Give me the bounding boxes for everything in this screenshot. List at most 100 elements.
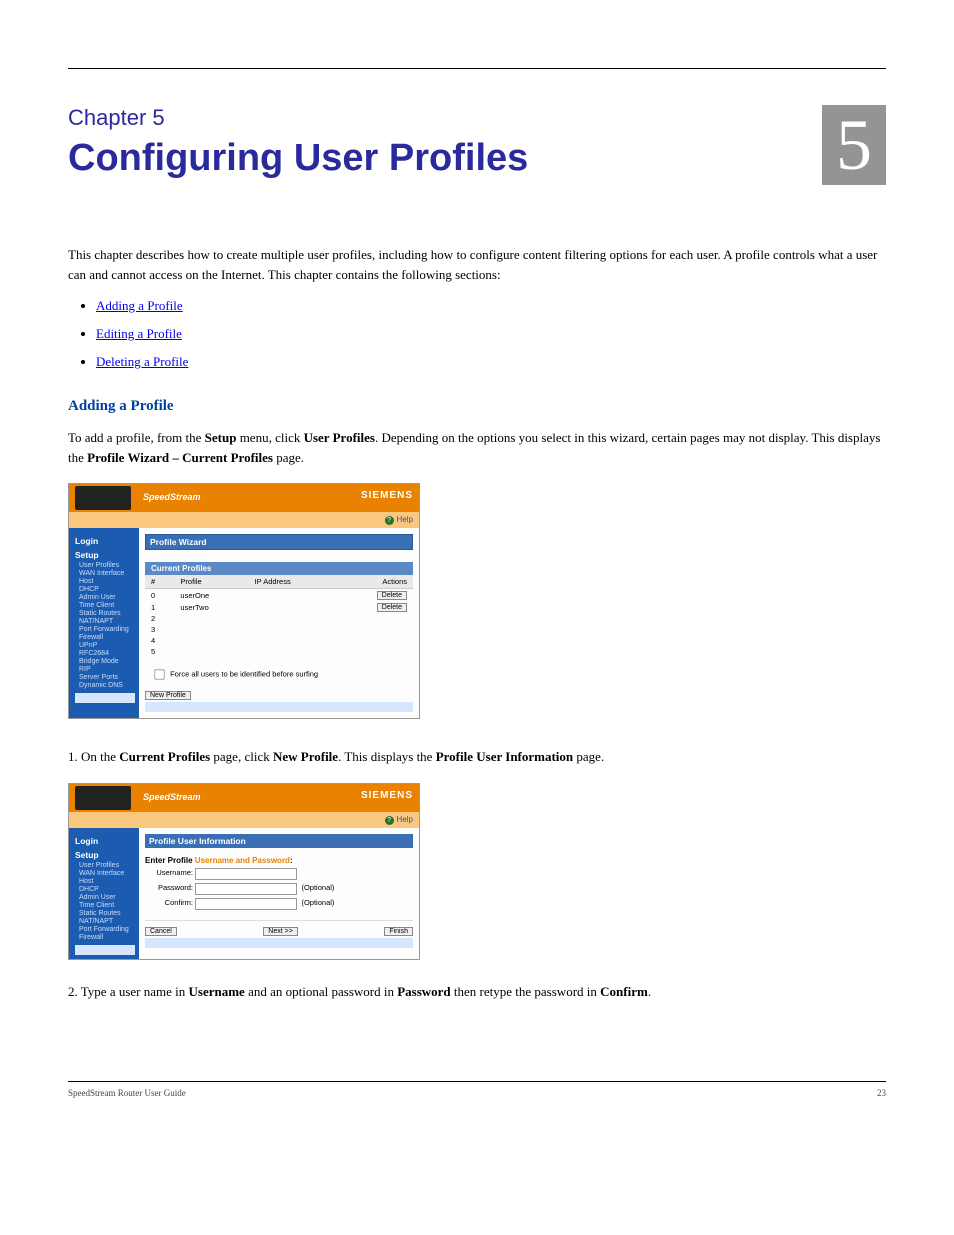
adding-profile-heading: Adding a Profile	[68, 398, 886, 415]
main-scrollbar[interactable]	[145, 702, 413, 712]
sidebar-item[interactable]: Firewall	[79, 934, 135, 941]
new-profile-button[interactable]: New Profile	[145, 691, 191, 700]
password-input[interactable]	[195, 883, 297, 895]
profile-user-info-header: Profile User Information	[145, 834, 413, 848]
sidebar-item[interactable]: RIP	[79, 666, 135, 673]
sidebar-item[interactable]: NAT/NAPT	[79, 618, 135, 625]
table-row: 0userOneDelete	[145, 589, 413, 602]
confirm-optional: (Optional)	[301, 898, 334, 907]
wizard-buttons: Cancel Next >> Finish	[145, 920, 413, 936]
table-row: 2	[145, 613, 413, 624]
delete-button[interactable]: Delete	[377, 591, 407, 600]
sidebar-setup[interactable]: Setup	[75, 550, 135, 560]
ss2-main: Profile User Information Enter Profile U…	[139, 828, 419, 959]
sidebar-items: User ProfilesWAN InterfaceHostDHCPAdmin …	[75, 862, 135, 941]
sidebar-item[interactable]: Firewall	[79, 634, 135, 641]
toc-item: Editing a Profile	[96, 326, 886, 342]
password-field-row: Password: (Optional)	[145, 883, 413, 895]
sidebar-item[interactable]: WAN Interface	[79, 570, 135, 577]
delete-profile-link[interactable]: Deleting a Profile	[96, 354, 188, 369]
chapter-number-badge: 5	[822, 105, 886, 185]
sidebar-item[interactable]: Time Client	[79, 902, 135, 909]
ss1-main: Profile Wizard Current Profiles # Profil…	[139, 528, 419, 718]
sidebar-item[interactable]: RFC2684	[79, 650, 135, 657]
screenshot-profile-user-info: SpeedStream SIEMENS Help Login Setup Use…	[68, 783, 420, 960]
delete-button[interactable]: Delete	[377, 603, 407, 612]
sidebar-item[interactable]: Dynamic DNS	[79, 682, 135, 689]
sidebar-scrollbar[interactable]	[75, 945, 135, 955]
toc-item: Deleting a Profile	[96, 354, 886, 370]
ss1-sidebar: Login Setup User ProfilesWAN InterfaceHo…	[69, 528, 139, 718]
username-input[interactable]	[195, 868, 297, 880]
password-label: Password:	[145, 883, 193, 892]
table-row: 5	[145, 646, 413, 657]
profiles-table: # Profile IP Address Actions 0userOneDel…	[145, 575, 413, 657]
sidebar-item[interactable]: Port Forwarding	[79, 626, 135, 633]
sidebar-item[interactable]: Static Routes	[79, 610, 135, 617]
username-label: Username:	[145, 868, 193, 877]
device-image	[75, 786, 131, 810]
sidebar-login[interactable]: Login	[75, 836, 135, 846]
col-actions: Actions	[336, 575, 413, 589]
intro-paragraph: This chapter describes how to create mul…	[68, 245, 886, 284]
sidebar-item[interactable]: WAN Interface	[79, 870, 135, 877]
table-row: 3	[145, 624, 413, 635]
sidebar-item[interactable]: UPnP	[79, 642, 135, 649]
product-name: SpeedStream	[143, 492, 201, 502]
toc-item: Adding a Profile	[96, 298, 886, 314]
add-profile-link[interactable]: Adding a Profile	[96, 298, 183, 313]
sidebar-item[interactable]: Host	[79, 578, 135, 585]
edit-profile-link[interactable]: Editing a Profile	[96, 326, 182, 341]
confirm-field-row: Confirm: (Optional)	[145, 898, 413, 910]
force-identify-label: Force all users to be identified before …	[170, 669, 318, 678]
sidebar-item[interactable]: User Profiles	[79, 862, 135, 869]
current-profiles-header: Current Profiles	[145, 562, 413, 575]
chapter-label: Chapter 5	[68, 105, 886, 131]
cancel-button[interactable]: Cancel	[145, 927, 177, 936]
sidebar-item[interactable]: Static Routes	[79, 910, 135, 917]
ss1-topbar: SpeedStream SIEMENS	[69, 484, 419, 512]
adding-profile-step1: 1. On the Current Profiles page, click N…	[68, 747, 886, 767]
sidebar-item[interactable]: User Profiles	[79, 562, 135, 569]
confirm-label: Confirm:	[145, 898, 193, 907]
sidebar-item[interactable]: Host	[79, 878, 135, 885]
next-button[interactable]: Next >>	[263, 927, 298, 936]
sidebar-item[interactable]: DHCP	[79, 586, 135, 593]
force-identify-option[interactable]: Force all users to be identified before …	[149, 665, 413, 684]
chapter-title: Configuring User Profiles	[68, 137, 886, 180]
product-name: SpeedStream	[143, 792, 201, 802]
username-field-row: Username:	[145, 868, 413, 880]
sidebar-item[interactable]: Server Ports	[79, 674, 135, 681]
col-num: #	[145, 575, 174, 589]
chapter-header: Chapter 5 Configuring User Profiles 5	[68, 105, 886, 180]
page: Chapter 5 Configuring User Profiles 5 Th…	[0, 0, 954, 1138]
footer-left: SpeedStream Router User Guide	[68, 1088, 186, 1098]
sidebar-item[interactable]: Admin User	[79, 594, 135, 601]
sidebar-item[interactable]: Port Forwarding	[79, 926, 135, 933]
confirm-input[interactable]	[195, 898, 297, 910]
sidebar-item[interactable]: Bridge Mode	[79, 658, 135, 665]
sidebar-item[interactable]: Time Client	[79, 602, 135, 609]
ss1-subbar: Help	[69, 512, 419, 528]
brand-name: SIEMENS	[361, 790, 413, 801]
sidebar-item[interactable]: Admin User	[79, 894, 135, 901]
sidebar-scrollbar[interactable]	[75, 693, 135, 703]
toc-links: Adding a Profile Editing a Profile Delet…	[76, 298, 886, 370]
help-link[interactable]: Help	[385, 515, 413, 525]
sidebar-item[interactable]: NAT/NAPT	[79, 918, 135, 925]
ss2-topbar: SpeedStream SIEMENS	[69, 784, 419, 812]
brand-name: SIEMENS	[361, 490, 413, 501]
footer-page-number: 23	[877, 1088, 886, 1098]
adding-profile-p1: To add a profile, from the Setup menu, c…	[68, 428, 886, 467]
finish-button[interactable]: Finish	[384, 927, 413, 936]
table-row: 4	[145, 635, 413, 646]
password-optional: (Optional)	[301, 883, 334, 892]
profile-wizard-header: Profile Wizard	[145, 534, 413, 550]
help-link[interactable]: Help	[385, 815, 413, 825]
force-identify-checkbox[interactable]	[154, 669, 164, 679]
sidebar-setup[interactable]: Setup	[75, 850, 135, 860]
main-scrollbar[interactable]	[145, 938, 413, 948]
sidebar-item[interactable]: DHCP	[79, 886, 135, 893]
sidebar-login[interactable]: Login	[75, 536, 135, 546]
table-row: 1userTwoDelete	[145, 601, 413, 613]
